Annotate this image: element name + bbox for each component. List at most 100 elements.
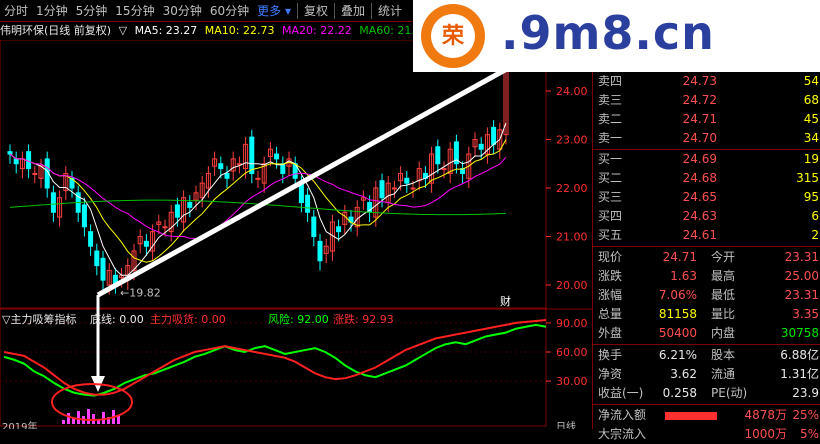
collapse-marker[interactable]: ▽ [119, 24, 127, 37]
stat-value: 3.62 [670, 367, 697, 381]
candle-body [305, 194, 311, 213]
stat-row: 涨幅 7.06% 最低 23.31 [593, 286, 820, 305]
candle-body [218, 163, 224, 170]
ask-row: 卖四 24.73 54 [593, 72, 820, 91]
accumulation-bar [102, 412, 105, 424]
ask-row: 卖二 24.71 45 [593, 110, 820, 129]
period-label: 日线 [556, 420, 576, 429]
logo-site-text: .9m8.cn [501, 6, 715, 60]
date-label: 2019年 [2, 420, 37, 429]
candle-body [391, 187, 397, 190]
stat-value: 6.21% [658, 348, 697, 362]
accumulation-bar [67, 413, 70, 424]
ask-volume: 34 [803, 131, 819, 145]
stat-row: 总量 81158 量比 3.35 [593, 305, 820, 324]
candle-body [224, 172, 230, 179]
candle-body [441, 168, 447, 171]
annotation-line [96, 67, 507, 298]
price-tick-label: 24.00 [556, 85, 588, 98]
bid-row: 买一 24.69 19 [593, 150, 820, 169]
bid-row: 买二 24.68 315 [593, 169, 820, 188]
bid-row: 买四 24.63 6 [593, 207, 820, 226]
stat-value: 25.00 [784, 269, 819, 283]
stat-label: 外盘 [598, 326, 623, 340]
candle-body [435, 146, 441, 165]
candle-body [32, 172, 38, 175]
stat-label: 换手 [598, 348, 623, 362]
accumulation-bar [77, 411, 80, 424]
flow-pct: 25% [792, 408, 819, 422]
bid-volume: 315 [796, 171, 819, 185]
ma5-label: MA5: 23.27 [134, 24, 198, 37]
bid-price: 24.63 [682, 209, 717, 223]
price-tick-label: 21.00 [556, 231, 588, 244]
ma5-line [9, 122, 507, 276]
candle-body [478, 143, 484, 150]
ind-tick-label: 30.00 [556, 375, 588, 388]
tab-3[interactable]: 15分钟 [111, 0, 158, 22]
flow-label: 大宗流入 [598, 427, 647, 441]
candle-body [7, 151, 13, 155]
ask-row: 卖三 24.72 68 [593, 91, 820, 110]
tab-0[interactable]: 分时 [0, 0, 32, 22]
candle-body [174, 204, 180, 218]
stat-label: 最高 [711, 269, 736, 283]
indicator-name: ▽主力吸筹指标 [2, 312, 76, 326]
candle-body [379, 180, 385, 199]
bid-price: 24.61 [682, 228, 717, 242]
bid-price: 24.69 [682, 152, 717, 166]
ask-price: 24.71 [682, 112, 717, 126]
ma20-label: MA20: 22.22 [282, 24, 352, 37]
bid-price: 24.68 [682, 171, 717, 185]
toolbar-btn-2[interactable]: 统计 [374, 0, 406, 22]
stat-label: 内盘 [711, 326, 736, 340]
bid-row: 买五 24.61 2 [593, 226, 820, 245]
tab-2[interactable]: 5分钟 [72, 0, 112, 22]
tab-5[interactable]: 60分钟 [206, 0, 253, 22]
chart-info-line: 伟明环保(日线 前复权) ▽ MA5: 23.27 MA10: 22.73 MA… [0, 23, 413, 39]
ask-price: 24.70 [682, 131, 717, 145]
logo-badge-icon: 荣 [421, 4, 485, 68]
toolbar-divider [296, 2, 298, 19]
accumulation-bar [62, 420, 65, 424]
toolbar-divider [334, 2, 335, 19]
candle-body [13, 158, 19, 165]
candle-body [249, 136, 255, 174]
ma10-label: MA10: 22.73 [204, 24, 275, 37]
bid-label: 买四 [598, 209, 623, 223]
kline-chart[interactable]: 24.00 23.00 22.00 21.00 20.00 90.00 60.00 30.00… [0, 40, 592, 429]
stat-row: 涨跌 1.63 最高 25.00 [593, 267, 820, 286]
candle-body [162, 226, 168, 229]
price-tick-label: 22.00 [556, 182, 588, 195]
divider [593, 246, 820, 247]
stat-label: 总量 [598, 307, 623, 321]
toolbar-btn-1[interactable]: 叠加 [337, 0, 369, 22]
price-frame [0, 40, 547, 309]
stat-value: 0.258 [662, 386, 697, 400]
candle-body [187, 202, 193, 208]
stat-label: 股本 [711, 348, 736, 362]
stat-row: 收益(一) 0.258 PE(动) 23.9 [593, 384, 820, 403]
candle-body [336, 226, 342, 233]
toolbar-btn-0[interactable]: 复权 [300, 0, 332, 22]
more-menu[interactable]: 更多 ▾ [253, 0, 295, 22]
stat-label: 量比 [711, 307, 736, 321]
bid-volume: 6 [811, 209, 819, 223]
candle-body [410, 187, 416, 190]
stat-label: 今开 [711, 250, 736, 264]
tab-4[interactable]: 30分钟 [159, 0, 206, 22]
bid-price: 24.65 [682, 190, 717, 204]
ask-row: 卖一 24.70 34 [593, 129, 820, 148]
price-tick-label: 20.00 [556, 279, 588, 292]
tab-1[interactable]: 1分钟 [32, 0, 72, 22]
flow-pct: 5% [799, 427, 819, 441]
stat-row: 净资 3.62 流通 1.31亿 [593, 365, 820, 384]
stat-value: 23.9 [792, 386, 819, 400]
stock-title: 伟明环保(日线 前复权) [0, 24, 112, 37]
stat-value: 30758 [780, 326, 819, 340]
stat-value: 23.31 [784, 250, 819, 264]
watermark-logo: 荣 .9m8.cn [413, 0, 820, 72]
low-price-label: ←19.82 [120, 287, 161, 300]
stat-value: 50400 [658, 326, 697, 340]
quote-panel: 卖四 24.73 54 卖三 24.72 68 卖二 24.71 45 卖一 24.70 34 买一 24… [592, 72, 820, 441]
